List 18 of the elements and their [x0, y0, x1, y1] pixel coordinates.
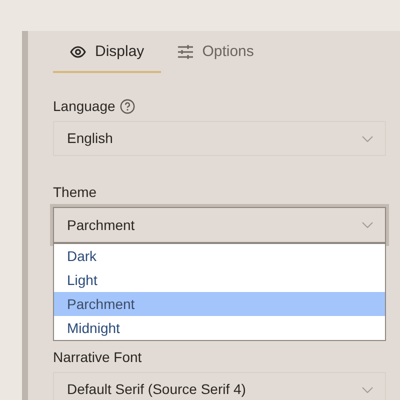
chevron-down-icon — [362, 222, 373, 228]
tab[interactable]: Display — [53, 31, 162, 73]
field-label: Theme — [53, 184, 97, 200]
field-label: Language — [53, 98, 116, 114]
chevron-down-icon — [362, 386, 373, 392]
dropdown-option[interactable]: Dark — [54, 244, 385, 268]
field-label: Narrative Font — [53, 349, 142, 365]
dropdown-option[interactable]: Light — [54, 268, 385, 292]
dropdown-option[interactable]: Midnight — [54, 316, 385, 340]
select-field[interactable]: English — [53, 121, 386, 156]
dropdown-option[interactable]: Parchment — [54, 292, 385, 316]
sliders-icon — [178, 44, 194, 58]
select-field[interactable]: Parchment — [53, 207, 386, 243]
eye-icon — [70, 46, 86, 58]
chevron-down-icon — [362, 136, 373, 142]
help-icon[interactable] — [120, 98, 136, 114]
tab[interactable]: Options — [161, 31, 271, 73]
select-field[interactable]: Default Serif (Source Serif 4) — [53, 372, 386, 400]
